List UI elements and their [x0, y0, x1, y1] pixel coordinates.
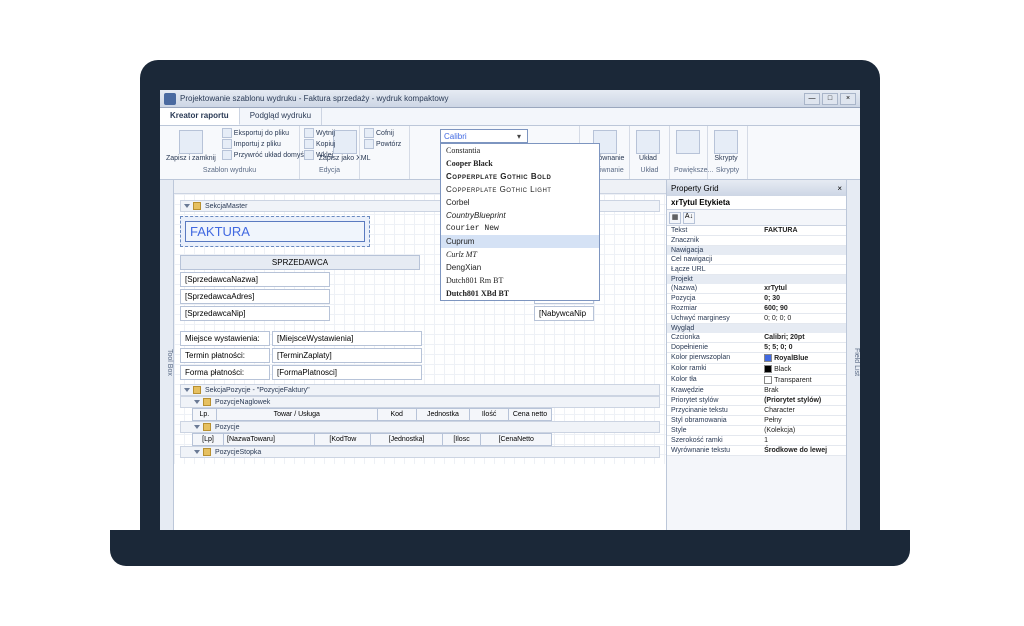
seller-addr-field[interactable]: [SprzedawcaAdres]: [180, 289, 330, 304]
val-jedn[interactable]: [Jednostka]: [371, 434, 442, 446]
col-ilosc[interactable]: Ilość: [470, 409, 509, 421]
font-option[interactable]: Curlz MT: [441, 248, 599, 261]
property-grid-object[interactable]: xrTytul Etykieta: [667, 196, 846, 210]
col-jedn[interactable]: Jednostka: [416, 409, 470, 421]
color-swatch: [764, 354, 772, 362]
form-value[interactable]: [FormaPlatnosci]: [272, 365, 422, 380]
buyer-nip-field[interactable]: [NabywcaNip: [534, 306, 594, 321]
val-kod[interactable]: [KodTow: [315, 434, 371, 446]
pg-cat-proj[interactable]: Projekt: [667, 275, 846, 284]
app-icon: [164, 93, 176, 105]
term-value[interactable]: [TerminZaplaty]: [272, 348, 422, 363]
pg-cat-nav[interactable]: Nawigacja: [667, 246, 846, 255]
term-label[interactable]: Termin płatności:: [180, 348, 270, 363]
tab-report-creator[interactable]: Kreator raportu: [160, 108, 240, 125]
field-list-tab[interactable]: Field List: [846, 180, 860, 538]
col-towar[interactable]: Towar / Usługa: [216, 409, 377, 421]
val-nazwa[interactable]: [NazwaTowaru]: [224, 434, 315, 446]
cut-icon: [304, 128, 314, 138]
panel-close-icon[interactable]: ×: [837, 184, 842, 193]
font-option[interactable]: Cuprum: [441, 235, 599, 248]
section-items-footer[interactable]: PozycjeStopka: [180, 446, 660, 458]
minimize-button[interactable]: —: [804, 93, 820, 105]
font-option[interactable]: Courier New: [441, 222, 599, 235]
cut-button[interactable]: Wytnij: [304, 128, 335, 138]
undo-icon: [364, 128, 374, 138]
font-option[interactable]: Dutch801 XBd BT: [441, 287, 599, 300]
toolbox-tab[interactable]: Tool Box: [160, 180, 174, 538]
val-ilosc[interactable]: [Ilosc: [442, 434, 481, 446]
place-label[interactable]: Miejsce wystawienia:: [180, 331, 270, 346]
color-swatch: [764, 365, 772, 373]
pg-sort-button[interactable]: A↓: [683, 212, 695, 224]
section-items-row[interactable]: Pozycje: [180, 421, 660, 433]
pg-categorized-button[interactable]: ▦: [669, 212, 681, 224]
font-option[interactable]: CountryBlueprint: [441, 209, 599, 222]
col-cena[interactable]: Cena netto: [508, 409, 551, 421]
val-lp[interactable]: [Lp]: [193, 434, 224, 446]
col-lp[interactable]: Lp.: [193, 409, 217, 421]
titlebar: Projektowanie szablonu wydruku - Faktura…: [160, 90, 860, 108]
property-grid: Property Grid× xrTytul Etykieta ▦ A↓ Tek…: [666, 180, 846, 538]
form-label[interactable]: Forma płatności:: [180, 365, 270, 380]
font-option[interactable]: Dutch801 Rm BT: [441, 274, 599, 287]
zoom-button[interactable]: [674, 128, 702, 156]
chevron-down-icon: ▾: [514, 132, 524, 141]
save-close-button[interactable]: Zapisz i zamknij: [164, 128, 218, 164]
restore-icon: [222, 150, 232, 160]
zoom-icon: [676, 130, 700, 154]
section-icon: [193, 202, 201, 210]
import-icon: [222, 139, 232, 149]
redo-icon: [364, 139, 374, 149]
window-title: Projektowanie szablonu wydruku - Faktura…: [180, 94, 804, 103]
font-option[interactable]: Corbel: [441, 196, 599, 209]
place-value[interactable]: [MiejsceWystawienia]: [272, 331, 422, 346]
close-button[interactable]: ×: [840, 93, 856, 105]
val-cena[interactable]: [CenaNetto: [481, 434, 552, 446]
copy-icon: [304, 139, 314, 149]
pg-cat-look[interactable]: Wygląd: [667, 324, 846, 333]
ribbon: Zapisz i zamknij Eksportuj do pliku Impo…: [160, 126, 860, 180]
section-items-colhdr[interactable]: PozycjeNaglowek: [180, 396, 660, 408]
tab-preview[interactable]: Podgląd wydruku: [240, 108, 322, 125]
col-kod[interactable]: Kod: [377, 409, 416, 421]
maximize-button[interactable]: □: [822, 93, 838, 105]
copy-button[interactable]: Kopiuj: [304, 139, 335, 149]
scripts-button[interactable]: Skrypty: [712, 128, 740, 164]
font-option[interactable]: Cooper Black: [441, 157, 599, 170]
paste-icon: [304, 150, 314, 160]
property-grid-title: Property Grid×: [667, 180, 846, 196]
sprzedawca-header[interactable]: SPRZEDAWCA: [180, 255, 420, 270]
layout-button[interactable]: Układ: [634, 128, 662, 164]
font-dropdown[interactable]: Constantia Cooper Black Copperplate Goth…: [440, 143, 600, 301]
faktura-label[interactable]: FAKTURA: [185, 221, 365, 242]
selected-element[interactable]: FAKTURA: [180, 216, 370, 247]
scripts-icon: [714, 130, 738, 154]
paste-button[interactable]: Wklej: [304, 150, 335, 160]
font-option[interactable]: Copperplate Gothic Light: [441, 183, 599, 196]
save-icon: [179, 130, 203, 154]
font-option[interactable]: Copperplate Gothic Bold: [441, 170, 599, 183]
section-items-header[interactable]: SekcjaPozycje - "PozycjeFaktury": [180, 384, 660, 396]
redo-button[interactable]: Powtórz: [364, 139, 401, 149]
undo-button[interactable]: Cofnij: [364, 128, 401, 138]
seller-name-field[interactable]: [SprzedawcaNazwa]: [180, 272, 330, 287]
font-option[interactable]: DengXian: [441, 261, 599, 274]
font-combobox[interactable]: Calibri ▾: [440, 129, 528, 143]
export-icon: [222, 128, 232, 138]
main-tabs: Kreator raportu Podgląd wydruku: [160, 108, 860, 126]
font-option[interactable]: Constantia: [441, 144, 599, 157]
seller-nip-field[interactable]: [SprzedawcaNip]: [180, 306, 330, 321]
color-swatch: [764, 376, 772, 384]
layout-icon: [636, 130, 660, 154]
